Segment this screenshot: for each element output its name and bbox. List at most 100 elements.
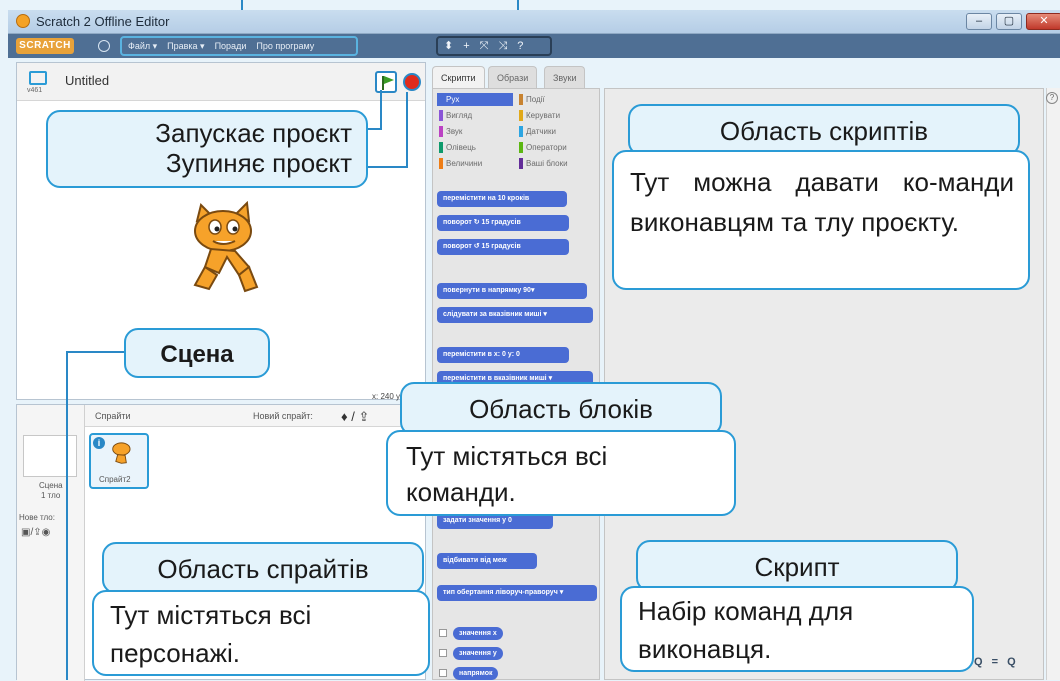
backdrop-tools-icons[interactable]: ▣/⇪◉	[21, 527, 50, 538]
scratch-cat-icon	[16, 14, 30, 28]
stop-button[interactable]	[403, 73, 421, 91]
stage-thumbnail[interactable]	[23, 435, 77, 477]
category-color-swatch	[439, 110, 443, 121]
scratch-logo[interactable]: SCRATCH	[16, 38, 74, 54]
category-item[interactable]: Події	[517, 93, 593, 106]
shrink-icon[interactable]: ⤨	[498, 40, 507, 52]
block-point-direction[interactable]: повернути в напрямку 90▾	[437, 283, 587, 299]
block-move[interactable]: перемістити на 10 кроків	[437, 191, 567, 207]
tab-costumes[interactable]: Образи	[488, 66, 538, 88]
callout-stop-text: Зупиняє проєкт	[165, 148, 352, 178]
new-sprite-icons[interactable]: ♦ / ⇪	[341, 409, 369, 425]
reporter-direction[interactable]: напрямок	[453, 667, 499, 680]
callout-blocks-body-text: Тут містяться всі команди.	[406, 441, 608, 507]
stop-pointer-h	[368, 166, 408, 168]
block-categories: Рух Події Вигляд Керувати Звук Датчики Олівець…	[437, 93, 595, 175]
block-turn-right[interactable]: поворот ↻ 15 градусів	[437, 215, 569, 231]
category-color-swatch	[519, 142, 523, 153]
version-label: v461	[27, 87, 43, 94]
category-color-swatch	[439, 158, 443, 169]
category-item[interactable]: Вигляд	[437, 109, 513, 122]
reporter-y[interactable]: значення у	[453, 647, 503, 660]
callout-sprites-title-text: Область спрайтів	[157, 554, 369, 584]
callout-sprites-body: Тут містяться всі персонажі.	[92, 590, 430, 676]
close-button[interactable]: ✕	[1026, 13, 1060, 30]
block-turn-left[interactable]: поворот ↺ 15 градусів	[437, 239, 569, 255]
callout-script-body: Набір команд для виконавця.	[620, 586, 974, 672]
block-point-towards[interactable]: слідувати за вказівник миші ▾	[437, 307, 593, 323]
category-color-swatch	[519, 94, 523, 105]
right-scrollbar[interactable]	[1046, 88, 1060, 680]
callout-scene-text: Сцена	[160, 341, 234, 368]
reporter-x[interactable]: значення x	[453, 627, 503, 640]
cat-sprite-on-stage[interactable]	[183, 201, 267, 293]
menu-file[interactable]: Файл ▾	[128, 41, 157, 52]
category-color-swatch	[519, 126, 523, 137]
category-item[interactable]: Олівець	[437, 141, 513, 154]
category-label: Рух	[446, 95, 460, 104]
category-label: Звук	[446, 127, 463, 136]
menu-tips[interactable]: Поради	[215, 41, 247, 51]
checkbox-direction[interactable]	[439, 669, 447, 677]
category-color-swatch	[519, 158, 523, 169]
category-item[interactable]: Величини	[437, 157, 513, 170]
project-title[interactable]: Untitled	[65, 73, 109, 88]
callout-run-text: Запускає проєкт	[155, 118, 352, 148]
menu-edit[interactable]: Правка ▾	[167, 41, 204, 52]
category-color-swatch	[519, 110, 523, 121]
category-label: Датчики	[526, 127, 556, 136]
category-label: Керувати	[526, 111, 561, 120]
run-pointer-v	[380, 90, 382, 130]
callout-script-title: Скрипт	[636, 540, 958, 592]
title-bar: Scratch 2 Offline Editor – ▢ ✕	[8, 10, 1060, 34]
category-label: Події	[526, 95, 545, 104]
menu-about[interactable]: Про програму	[256, 41, 314, 51]
callout-script-body-text: Набір команд для виконавця.	[638, 596, 854, 664]
category-color-swatch	[439, 94, 443, 105]
zoom-controls[interactable]: Q = Q	[974, 656, 1019, 668]
maximize-button[interactable]: ▢	[996, 13, 1022, 30]
category-item[interactable]: Звук	[437, 125, 513, 138]
sprite-name: Спрайт2	[99, 475, 131, 484]
window-title: Scratch 2 Offline Editor	[36, 14, 170, 29]
globe-icon[interactable]	[98, 40, 110, 52]
fullscreen-icon[interactable]	[29, 71, 47, 85]
category-color-swatch	[439, 142, 443, 153]
checkbox-y[interactable]	[439, 649, 447, 657]
checkbox-x[interactable]	[439, 629, 447, 637]
category-item[interactable]: Рух	[437, 93, 513, 106]
minimize-button[interactable]: –	[966, 13, 992, 30]
category-label: Ваші блоки	[526, 159, 568, 168]
block-rotation-style[interactable]: тип обертання ліворуч-праворуч ▾	[437, 585, 597, 601]
category-item[interactable]: Ваші блоки	[517, 157, 593, 170]
help-icon[interactable]: ?	[517, 40, 523, 52]
cut-icon[interactable]: +	[463, 40, 469, 52]
callout-sprites-title: Область спрайтів	[102, 542, 424, 594]
category-label: Олівець	[446, 143, 476, 152]
category-item[interactable]: Датчики	[517, 125, 593, 138]
callout-scripts-body-text: Тут можна давати ко-манди виконавцям та …	[630, 167, 1014, 237]
callout-blocks-title-text: Область блоків	[469, 394, 653, 424]
category-color-swatch	[439, 126, 443, 137]
category-item[interactable]: Керувати	[517, 109, 593, 122]
stage-header: v461 Untitled	[17, 63, 425, 101]
stage-label: Сцена	[39, 481, 63, 490]
block-bounce[interactable]: відбивати від меж	[437, 553, 537, 569]
main-menu: Файл ▾ Правка ▾ Поради Про програму	[120, 36, 358, 56]
help-icon[interactable]: ?	[1046, 92, 1058, 104]
duplicate-icon[interactable]: ⬍	[444, 40, 453, 52]
sprite-thumbnail[interactable]: i Спрайт2	[89, 433, 149, 489]
green-flag-button[interactable]	[375, 71, 397, 93]
sprites-header-label: Спрайти	[95, 411, 131, 421]
callout-blocks-body: Тут містяться всі команди.	[386, 430, 736, 516]
scene-pointer-h	[66, 351, 124, 353]
grow-icon[interactable]: ⤧	[480, 40, 489, 52]
stage-column: Сцена 1 тло Нове тло: ▣/⇪◉	[17, 405, 85, 681]
menu-bar: SCRATCH Файл ▾ Правка ▾ Поради Про прогр…	[8, 34, 1060, 58]
callout-script-title-text: Скрипт	[754, 552, 840, 582]
tab-scripts[interactable]: Скрипти	[432, 66, 485, 88]
tab-sounds[interactable]: Звуки	[544, 66, 586, 88]
category-item[interactable]: Оператори	[517, 141, 593, 154]
info-icon[interactable]: i	[93, 437, 105, 449]
block-go-to-xy[interactable]: перемістити в x: 0 y: 0	[437, 347, 569, 363]
